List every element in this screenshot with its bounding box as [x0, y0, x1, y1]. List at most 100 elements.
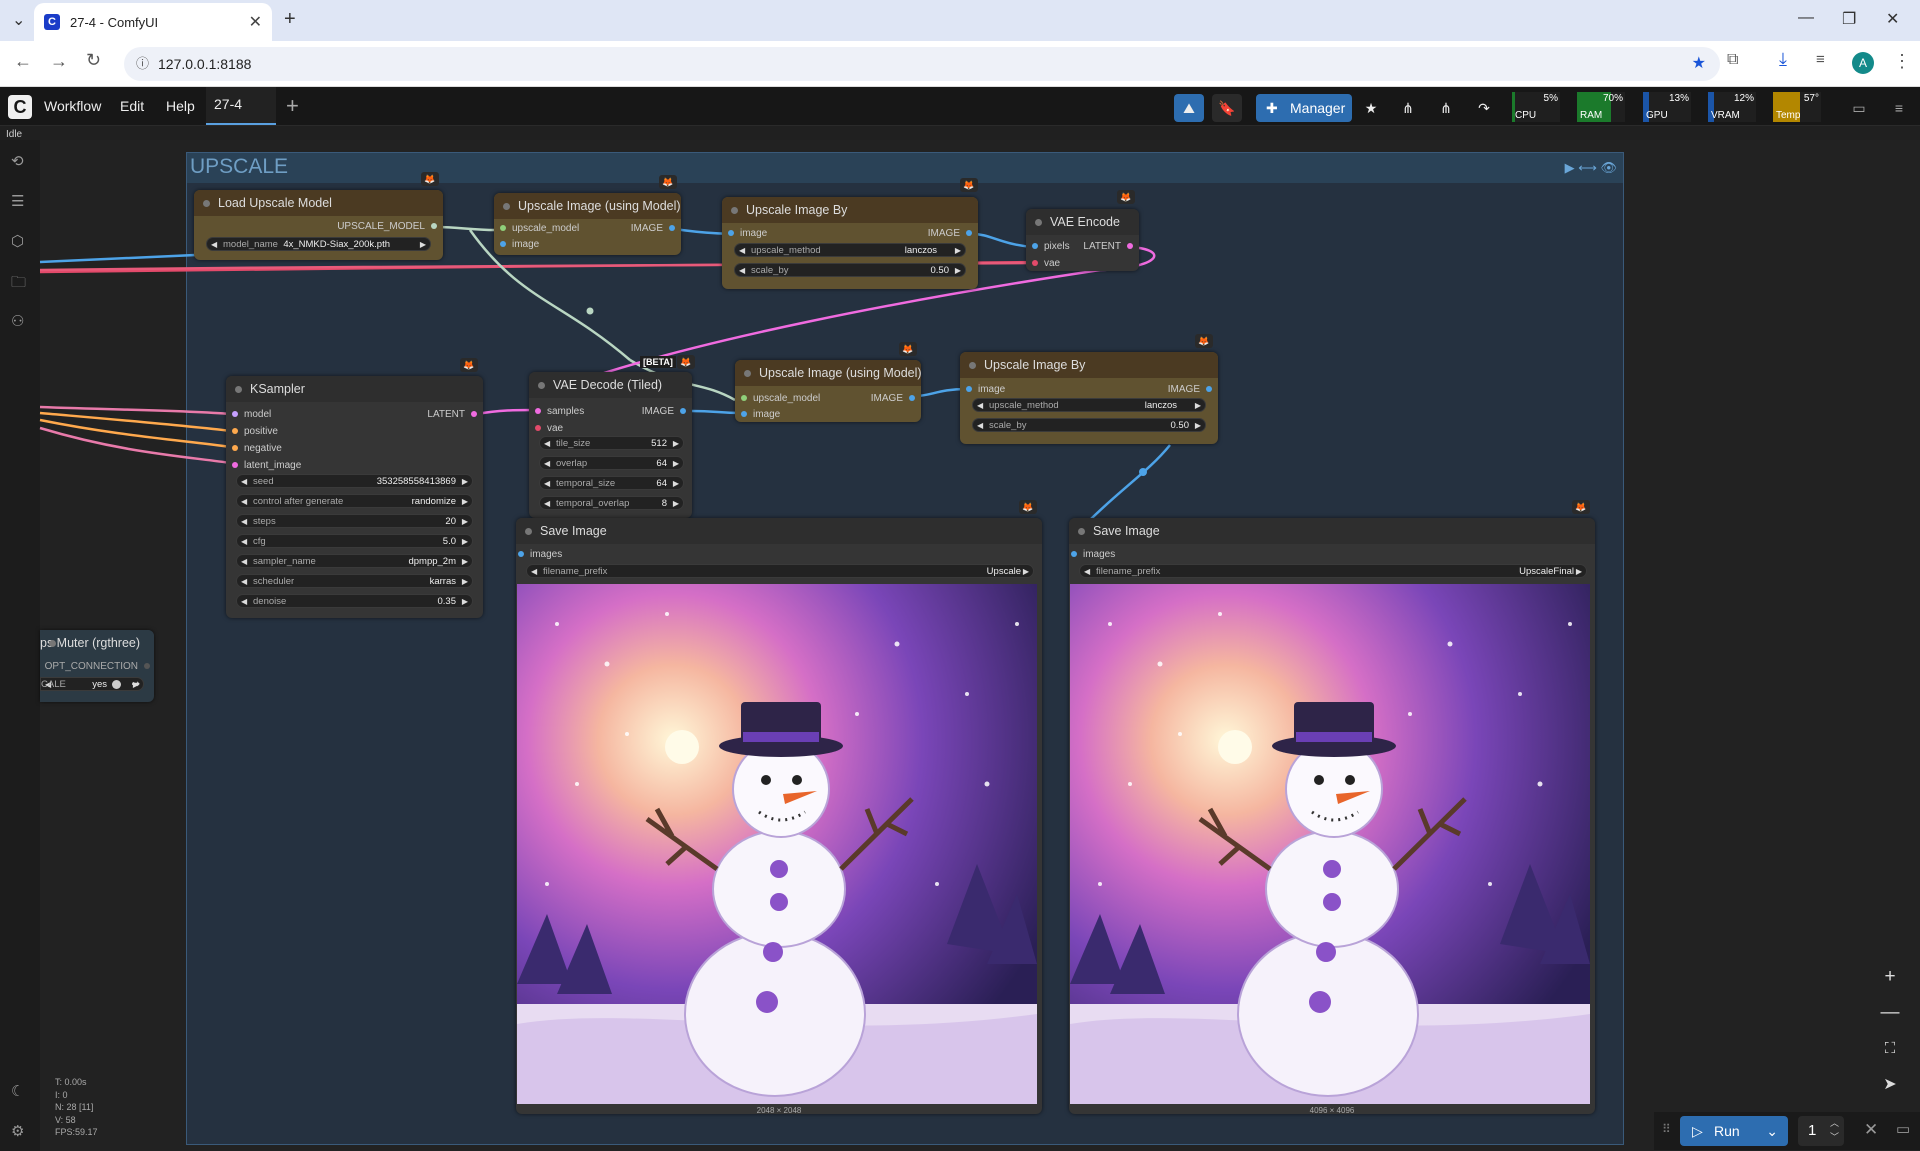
output-image[interactable]: IMAGE [631, 223, 675, 234]
widget-scheduler[interactable]: scheduler karras [236, 574, 473, 589]
stepper-arrows-icon[interactable]: ︿ ﹀ [1830, 1116, 1839, 1144]
input-images[interactable]: images [518, 549, 562, 560]
output-dot[interactable] [680, 408, 686, 415]
node-upscale-image-using-model-1[interactable]: Upscale Image (using Model) upscale_mode… [494, 193, 681, 255]
node-upscale-image-by-1[interactable]: Upscale Image By image IMAGE upscale_met… [722, 197, 978, 289]
input-dot[interactable] [232, 445, 238, 452]
widget-steps[interactable]: steps 20 [236, 514, 473, 529]
output-dot[interactable] [1127, 243, 1133, 250]
zoom-in-icon[interactable]: + [1872, 962, 1908, 992]
chevron-down-icon[interactable]: ⌄ [1766, 1116, 1778, 1146]
input-upscale-model[interactable]: upscale_model [500, 223, 579, 234]
widget-seed[interactable]: seed 353258558413869 [236, 474, 473, 489]
run-button[interactable]: ▷ Run ⌄ [1680, 1116, 1788, 1146]
input-upscale-model[interactable]: upscale_model [741, 393, 820, 404]
widget-overlap[interactable]: overlap 64 [539, 456, 684, 471]
widget-temporal-overlap[interactable]: temporal_overlap 8 [539, 496, 684, 511]
node-vae-decode-tiled[interactable]: VAE Decode (Tiled) samples vae IMAGE til… [529, 372, 692, 518]
node-title[interactable]: Upscale Image By [960, 352, 1218, 378]
input-dot[interactable] [232, 428, 238, 435]
input-dot[interactable] [741, 411, 747, 418]
output-dot[interactable] [909, 395, 915, 402]
node-title[interactable]: Upscale Image By [722, 197, 978, 223]
node-title[interactable]: VAE Encode [1026, 209, 1139, 235]
widget-control-after-generate[interactable]: control after generate randomize [236, 494, 473, 509]
input-dot[interactable] [535, 408, 541, 415]
node-title[interactable]: KSampler [226, 376, 483, 402]
input-pixels[interactable]: pixels [1032, 241, 1070, 252]
node-load-upscale-model[interactable]: Load Upscale Model UPSCALE_MODEL model_n… [194, 190, 443, 260]
node-upscale-image-using-model-2[interactable]: Upscale Image (using Model) upscale_mode… [735, 360, 922, 422]
node-title[interactable]: Save Image [1069, 518, 1595, 544]
fit-view-icon[interactable]: ⛶ [1872, 1034, 1908, 1064]
toggle-upscale[interactable]: CALE yes [40, 677, 144, 692]
node-save-image-1[interactable]: Save Image images filename_prefix Upscale… [516, 518, 1042, 1115]
node-title[interactable]: Upscale Image (using Model) [735, 360, 922, 386]
input-images[interactable]: images [1071, 549, 1115, 560]
widget-filename-prefix[interactable]: filename_prefix Upscale [526, 564, 1034, 579]
widget-cfg[interactable]: cfg 5.0 [236, 534, 473, 549]
input-dot[interactable] [232, 462, 238, 469]
widget-upscale-method[interactable]: upscale_method lanczos [734, 243, 966, 258]
node-upscale-image-by-2[interactable]: Upscale Image By image IMAGE upscale_met… [960, 352, 1218, 444]
input-samples[interactable]: samples [535, 406, 584, 417]
node-vae-encode[interactable]: VAE Encode pixels vae LATENT [1026, 209, 1139, 271]
node-title[interactable]: Upscale Image (using Model) [494, 193, 681, 219]
input-vae[interactable]: vae [535, 423, 563, 434]
output-latent[interactable]: LATENT [1083, 241, 1133, 252]
widget-tile-size[interactable]: tile_size 512 [539, 436, 684, 451]
node-title[interactable]: Save Image [516, 518, 1042, 544]
node-title[interactable]: VAE Decode (Tiled) [529, 372, 692, 398]
output-latent[interactable]: LATENT [427, 409, 477, 420]
output-dot[interactable] [669, 225, 675, 232]
input-image[interactable]: image [741, 409, 780, 420]
output-dot[interactable] [471, 411, 477, 418]
input-dot[interactable] [1032, 243, 1038, 250]
widget-scale-by[interactable]: scale_by 0.50 [734, 263, 966, 278]
zoom-out-icon[interactable]: — [1872, 998, 1908, 1028]
output-dot[interactable] [431, 223, 437, 230]
input-positive[interactable]: positive [232, 426, 278, 437]
node-ksampler[interactable]: KSampler model positive negative latent_… [226, 376, 483, 618]
output-image[interactable]: IMAGE [928, 228, 972, 239]
input-dot[interactable] [500, 225, 506, 232]
snowman-final-image[interactable] [1070, 584, 1590, 1104]
widget-temporal-size[interactable]: temporal_size 64 [539, 476, 684, 491]
select-mode-icon[interactable]: ➤ [1872, 1070, 1908, 1100]
input-image[interactable]: image [728, 228, 767, 239]
snowman-preview-image[interactable] [517, 584, 1037, 1104]
widget-filename-prefix[interactable]: filename_prefix UpscaleFinal [1079, 564, 1587, 579]
widget-sampler-name[interactable]: sampler_name dpmpp_2m [236, 554, 473, 569]
node-title[interactable]: ps Muter (rgthree) [40, 630, 154, 656]
input-model[interactable]: model [232, 409, 271, 420]
input-dot[interactable] [232, 411, 238, 418]
input-dot[interactable] [500, 241, 506, 248]
input-latent-image[interactable]: latent_image [232, 460, 301, 471]
input-dot[interactable] [966, 386, 972, 393]
input-dot[interactable] [728, 230, 734, 237]
node-save-image-2[interactable]: Save Image images filename_prefix Upscale… [1069, 518, 1595, 1115]
output-dot[interactable] [144, 663, 150, 670]
input-vae[interactable]: vae [1032, 258, 1060, 269]
output-image[interactable]: IMAGE [642, 406, 686, 417]
node-groups-muter[interactable]: ps Muter (rgthree) OPT_CONNECTION CALE ye… [40, 630, 154, 702]
output-image[interactable]: IMAGE [1168, 384, 1212, 395]
queue-panel-icon[interactable]: ▭ [1896, 1120, 1910, 1138]
output-image[interactable]: IMAGE [871, 393, 915, 404]
input-negative[interactable]: negative [232, 443, 282, 454]
input-dot[interactable] [1032, 260, 1038, 267]
output-opt-connection[interactable]: OPT_CONNECTION [45, 661, 150, 672]
drag-handle-icon[interactable]: ⠿ [1662, 1122, 1671, 1136]
widget-upscale-method[interactable]: upscale_method lanczos [972, 398, 1206, 413]
cancel-icon[interactable]: ✕ [1864, 1120, 1878, 1140]
widget-scale-by[interactable]: scale_by 0.50 [972, 418, 1206, 433]
input-dot[interactable] [518, 551, 524, 558]
widget-denoise[interactable]: denoise 0.35 [236, 594, 473, 609]
output-upscale-model[interactable]: UPSCALE_MODEL [337, 221, 437, 232]
input-dot[interactable] [1071, 551, 1077, 558]
node-title[interactable]: Load Upscale Model [194, 190, 443, 216]
input-dot[interactable] [741, 395, 747, 402]
input-image[interactable]: image [500, 239, 539, 250]
input-dot[interactable] [535, 425, 541, 432]
widget-model-name[interactable]: model_name 4x_NMKD-Siax_200k.pth [206, 237, 431, 252]
